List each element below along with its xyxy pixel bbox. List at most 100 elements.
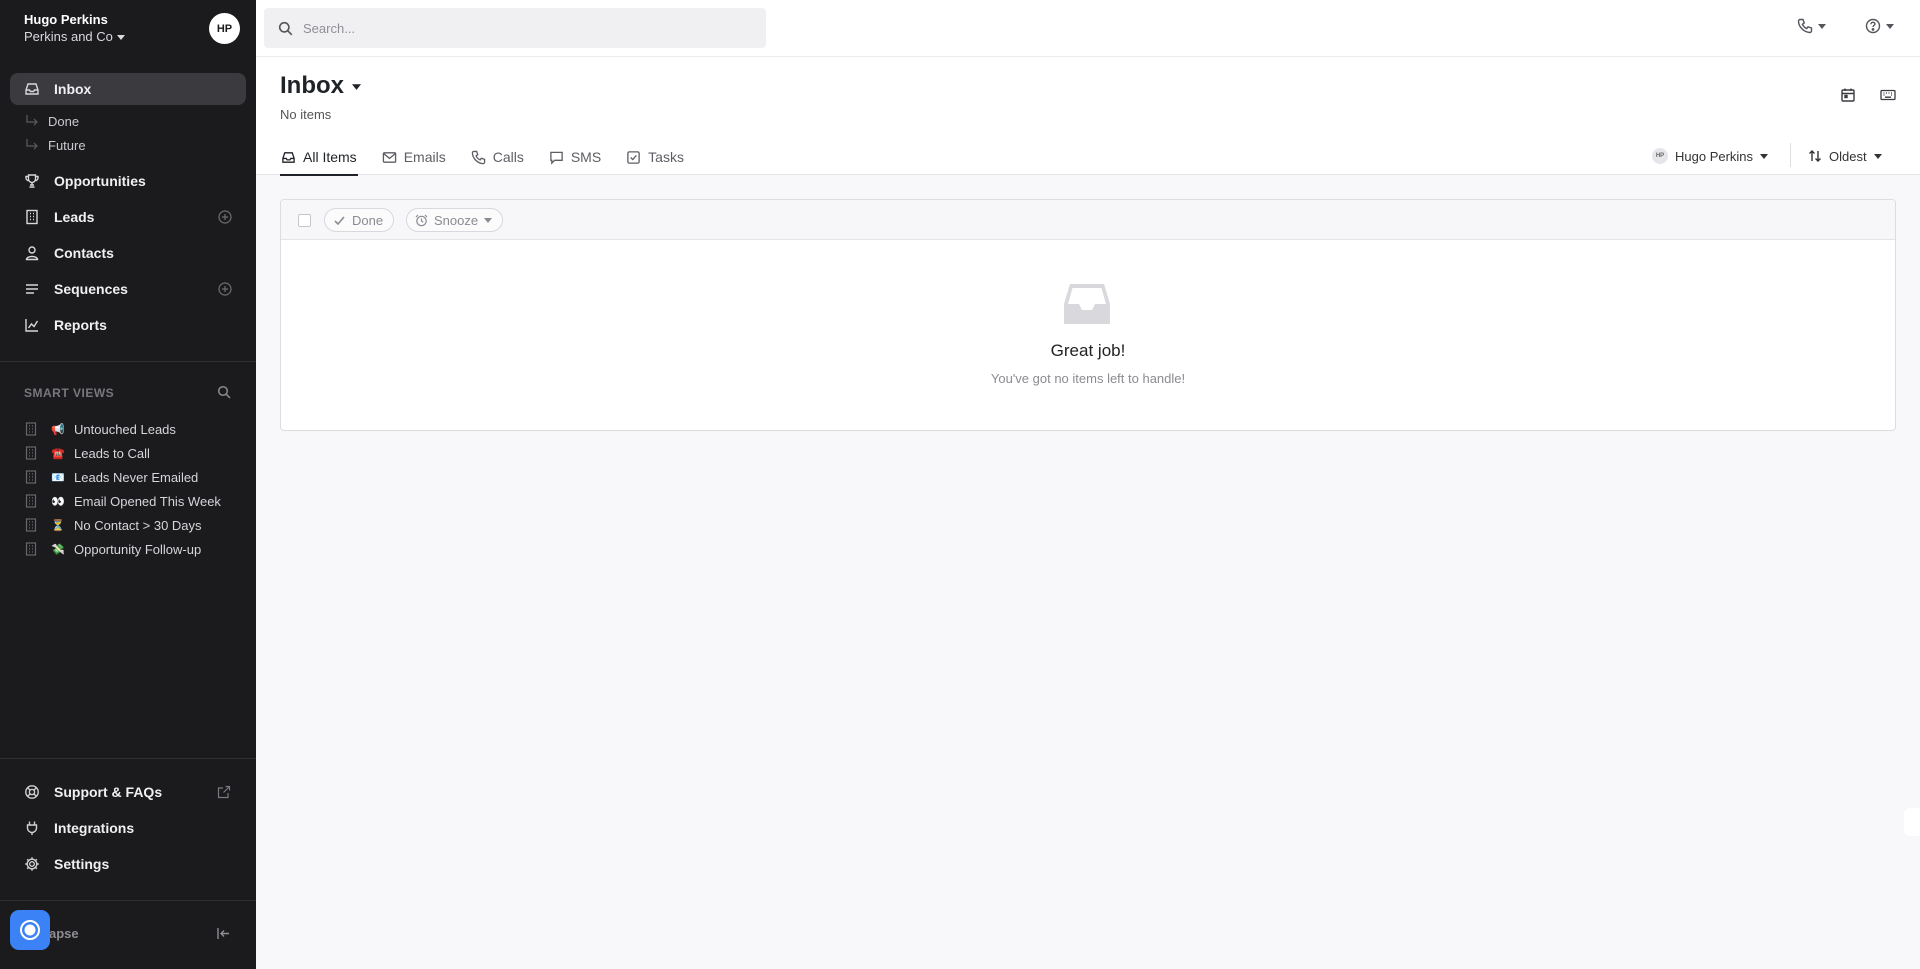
keyboard-icon[interactable] (1880, 87, 1896, 103)
caret-down-icon (352, 83, 361, 90)
sidebar-subitem-label: Future (48, 137, 86, 153)
chat-widget-button[interactable] (10, 910, 50, 950)
search-input[interactable] (303, 20, 743, 36)
caret-down-icon (1818, 24, 1826, 29)
smart-view-label: Leads Never Emailed (74, 469, 199, 485)
caret-down-icon (1760, 154, 1769, 159)
smart-view-item[interactable]: 📢 Untouched Leads (24, 419, 176, 439)
user-name: Hugo Perkins (24, 12, 108, 27)
smart-view-emoji: ⏳ (51, 519, 65, 532)
done-button[interactable]: Done (324, 208, 395, 232)
smart-view-emoji: ☎️ (51, 447, 65, 460)
check-icon (334, 215, 345, 225)
sidebar-subitem-future[interactable]: Future (24, 135, 86, 155)
sidebar-item-label: Settings (54, 856, 110, 872)
top-bar (256, 0, 1920, 57)
sidebar-item-label: Opportunities (54, 173, 146, 189)
smart-view-item[interactable]: ☎️ Leads to Call (24, 443, 150, 463)
tab-tasks[interactable]: Tasks (625, 139, 685, 175)
tab-emails[interactable]: Emails (381, 139, 447, 175)
sidebar-item-label: Reports (54, 317, 107, 333)
record-icon (20, 920, 40, 940)
sidebar-item-label: Contacts (54, 245, 114, 261)
smart-view-label: Untouched Leads (74, 421, 176, 437)
account-switcher[interactable]: Hugo Perkins Perkins and Co HP (0, 0, 256, 56)
avatar[interactable]: HP (209, 13, 240, 44)
inbox-list: Done Snooze Great job! You've got no ite… (280, 199, 1896, 431)
empty-state-message: You've got no items left to handle! (990, 371, 1186, 386)
sidebar-item-label: Sequences (54, 281, 128, 297)
snooze-label: Snooze (434, 212, 479, 228)
sidebar: Hugo Perkins Perkins and Co HP Inbox Don… (0, 0, 256, 969)
search-icon (278, 21, 293, 35)
tab-sms[interactable]: SMS (548, 139, 602, 175)
tab-calls[interactable]: Calls (470, 139, 525, 175)
tab-all-items[interactable]: All Items (280, 139, 358, 176)
sidebar-item-opportunities[interactable]: Opportunities (10, 165, 246, 197)
external-link-icon (217, 785, 231, 799)
gear-icon (25, 857, 39, 871)
snooze-button[interactable]: Snooze (406, 208, 504, 232)
tab-label: Emails (403, 149, 446, 165)
phone-icon (1797, 18, 1813, 34)
sidebar-item-contacts[interactable]: Contacts (10, 237, 246, 269)
subitem-arrow-icon (26, 139, 38, 150)
lifebuoy-icon (25, 785, 39, 799)
sidebar-item-label: Leads (54, 209, 95, 225)
sort-dropdown[interactable]: Oldest (1808, 143, 1882, 169)
sidebar-item-settings[interactable]: Settings (24, 853, 109, 875)
user-filter-label: Hugo Perkins (1675, 148, 1754, 164)
page-title-dropdown[interactable]: Inbox (280, 72, 361, 100)
search-icon[interactable] (217, 385, 231, 399)
sidebar-item-sequences[interactable]: Sequences (10, 273, 246, 305)
calendar-icon[interactable] (1840, 87, 1856, 103)
help-menu-button[interactable] (1865, 18, 1894, 34)
building-icon (25, 446, 37, 460)
side-panel-handle[interactable] (1904, 808, 1920, 836)
org-name-dropdown[interactable]: Perkins and Co (24, 29, 125, 44)
sidebar-subitem-done[interactable]: Done (24, 111, 79, 131)
mail-icon (382, 151, 396, 163)
tab-label: All Items (303, 149, 357, 165)
sidebar-item-reports[interactable]: Reports (10, 309, 246, 341)
global-search[interactable] (264, 8, 766, 48)
empty-state-title: Great job! (1050, 341, 1126, 360)
inbox-tabs: All Items Emails Calls SMS Tasks (280, 139, 708, 176)
caret-down-icon (1873, 154, 1882, 159)
avatar: HP (1652, 148, 1668, 164)
sidebar-item-integrations[interactable]: Integrations (24, 817, 134, 839)
caret-down-icon (1886, 24, 1894, 29)
checkbox-icon (627, 150, 640, 164)
smart-view-item[interactable]: ⏳ No Contact > 30 Days (24, 515, 202, 535)
building-icon (25, 518, 37, 532)
subitem-arrow-icon (26, 115, 38, 126)
sidebar-item-leads[interactable]: Leads (10, 201, 246, 233)
phone-menu-button[interactable] (1797, 18, 1826, 34)
smart-view-emoji: 📢 (51, 423, 65, 436)
sidebar-subitem-label: Done (48, 113, 80, 129)
smart-view-item[interactable]: 📧 Leads Never Emailed (24, 467, 198, 487)
sidebar-item-support[interactable]: Support & FAQs (24, 781, 162, 803)
sidebar-divider (0, 758, 256, 759)
page-title: Inbox (280, 72, 344, 99)
smart-view-item[interactable]: 💸 Opportunity Follow-up (24, 539, 201, 559)
building-icon (25, 542, 37, 556)
building-icon (25, 494, 37, 508)
select-all-checkbox[interactable] (298, 214, 311, 227)
caret-down-icon (484, 218, 493, 223)
tab-label: Calls (492, 149, 524, 165)
collapse-icon (217, 928, 229, 939)
sidebar-item-inbox[interactable]: Inbox (10, 73, 246, 105)
chart-icon (25, 319, 39, 332)
user-filter-dropdown[interactable]: HP Hugo Perkins (1652, 143, 1769, 169)
smart-view-label: Opportunity Follow-up (74, 541, 202, 557)
empty-inbox-icon (1064, 284, 1110, 324)
page-header: Inbox No items All Items Emails Calls SM… (256, 57, 1920, 176)
phone-icon (471, 150, 485, 164)
smart-view-item[interactable]: 👀 Email Opened This Week (24, 491, 221, 511)
add-lead-icon[interactable] (218, 210, 232, 224)
caret-down-icon (116, 34, 125, 40)
sidebar-item-label: Integrations (54, 820, 135, 836)
smart-views-title: SMART VIEWS (24, 386, 115, 400)
add-sequence-icon[interactable] (218, 282, 232, 296)
